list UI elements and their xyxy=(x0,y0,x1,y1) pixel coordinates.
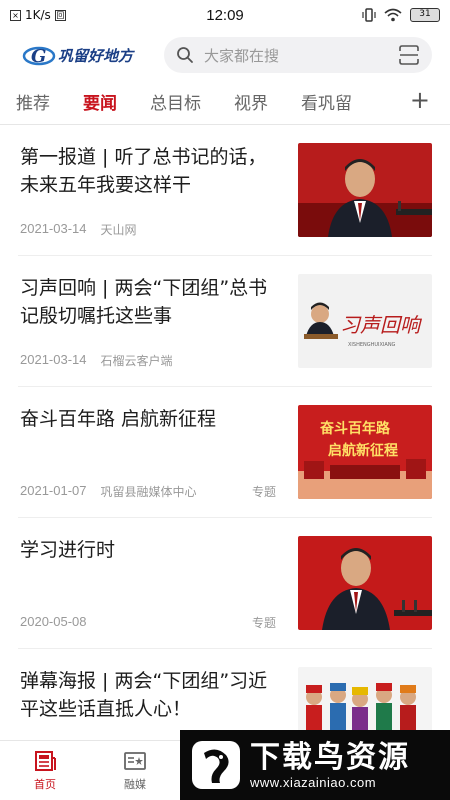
nav-media-label: 融媒 xyxy=(124,777,146,791)
tab-kangongliu[interactable]: 看巩留 xyxy=(301,89,352,114)
news-meta: 2021-03-14 天山网 xyxy=(20,221,276,238)
news-meta: 2021-01-07 巩留县融媒体中心 专题 xyxy=(20,483,276,500)
list-item[interactable]: 第一报道 | 听了总书记的话，未来五年我要这样干 2021-03-14 天山网 xyxy=(18,125,432,256)
news-source: 天山网 xyxy=(100,223,137,237)
tab-zongmubiao[interactable]: 总目标 xyxy=(150,89,201,114)
sim-icon: 回 xyxy=(54,9,66,21)
watermark: 下载鸟资源 www.xiazainiao.com xyxy=(180,730,450,800)
news-thumbnail[interactable]: 奋斗百年路 启航新征程 xyxy=(298,405,432,499)
news-date: 2021-03-14 xyxy=(20,352,87,367)
bird-logo-icon xyxy=(192,741,240,789)
news-title: 奋斗百年路 启航新征程 xyxy=(20,408,217,430)
news-title: 弹幕海报 | 两会“下团组”习近平这些话直抵人心！ xyxy=(20,670,268,720)
news-meta: 2020-05-08 专题 xyxy=(20,614,276,630)
app-logo[interactable]: G 巩留好地方 xyxy=(22,43,150,67)
topic-tag: 专题 xyxy=(251,616,276,630)
news-title: 第一报道 | 听了总书记的话，未来五年我要这样干 xyxy=(20,146,267,196)
news-thumbnail[interactable] xyxy=(298,536,432,630)
xsh-text: 习声回响 xyxy=(340,313,423,337)
watermark-text: 下载鸟资源 www.xiazainiao.com xyxy=(250,739,410,790)
network-speed: 1K/s xyxy=(25,8,51,22)
category-tabs: 推荐 要闻 总目标 视界 看巩留 + xyxy=(0,80,450,122)
news-source: 巩留县融媒体中心 xyxy=(100,485,197,499)
battery-indicator: 31 xyxy=(410,8,440,22)
news-list: 第一报道 | 听了总书记的话，未来五年我要这样干 2021-03-14 天山网 … xyxy=(0,125,450,780)
news-thumbnail[interactable]: 习声回响 XISHENGHUIXIANG xyxy=(298,274,432,368)
list-item[interactable]: 学习进行时 2020-05-08 专题 xyxy=(18,518,432,649)
portrait-image xyxy=(298,143,432,237)
news-date: 2020-05-08 xyxy=(20,614,87,629)
nav-home-label: 首页 xyxy=(34,777,56,791)
scan-icon[interactable] xyxy=(398,44,420,66)
xsh-sub-text: XISHENGHUIXIANG xyxy=(348,342,396,348)
topic-tag: 专题 xyxy=(251,485,276,499)
banner-line2: 启航新征程 xyxy=(328,442,398,459)
nav-home[interactable]: 首页 xyxy=(0,741,90,800)
news-title: 习声回响 | 两会“下团组”总书记殷切嘱托这些事 xyxy=(20,277,268,327)
portrait-image xyxy=(298,536,432,630)
logo-mark-icon: G xyxy=(22,46,56,67)
news-icon xyxy=(35,750,56,771)
tab-yaowen[interactable]: 要闻 xyxy=(83,89,117,114)
wifi-icon xyxy=(384,8,402,22)
media-card-icon xyxy=(124,751,146,770)
add-tab-button[interactable]: + xyxy=(410,88,430,112)
status-bar: × 1K/s 回 12:09 31 xyxy=(0,0,450,30)
watermark-url: www.xiazainiao.com xyxy=(250,774,377,790)
tab-tuijian[interactable]: 推荐 xyxy=(16,89,50,114)
news-thumbnail[interactable] xyxy=(298,143,432,237)
search-bar[interactable]: 大家都在搜 xyxy=(164,37,432,73)
status-right: 31 xyxy=(362,8,440,22)
nav-media[interactable]: 融媒 xyxy=(90,741,180,800)
xi-sheng-huixiang-image: 习声回响 XISHENGHUIXIANG xyxy=(298,274,432,368)
banner-line1: 奋斗百年路 xyxy=(319,420,391,437)
status-left: × 1K/s 回 xyxy=(10,8,66,22)
notification-icon: × xyxy=(10,9,21,21)
tab-shijie[interactable]: 视界 xyxy=(234,89,268,114)
app-header: G 巩留好地方 大家都在搜 xyxy=(0,30,450,80)
watermark-title: 下载鸟资源 xyxy=(250,739,410,775)
logo-text: 巩留好地方 xyxy=(58,46,134,65)
news-title: 学习进行时 xyxy=(20,539,116,561)
list-item[interactable]: 习声回响 | 两会“下团组”总书记殷切嘱托这些事 2021-03-14 石榴云客… xyxy=(18,256,432,387)
news-date: 2021-03-14 xyxy=(20,221,87,236)
vibrate-icon xyxy=(362,8,376,22)
status-time: 12:09 xyxy=(206,6,244,24)
fendou-banner-image: 奋斗百年路 启航新征程 xyxy=(298,405,432,499)
news-meta: 2021-03-14 石榴云客户端 xyxy=(20,352,276,369)
search-icon xyxy=(177,47,193,63)
news-date: 2021-01-07 xyxy=(20,483,87,498)
news-source: 石榴云客户端 xyxy=(100,354,173,368)
search-placeholder: 大家都在搜 xyxy=(204,46,280,65)
svg-text:G: G xyxy=(31,46,46,67)
list-item[interactable]: 奋斗百年路 启航新征程 2021-01-07 巩留县融媒体中心 专题 奋斗百年路… xyxy=(18,387,432,518)
